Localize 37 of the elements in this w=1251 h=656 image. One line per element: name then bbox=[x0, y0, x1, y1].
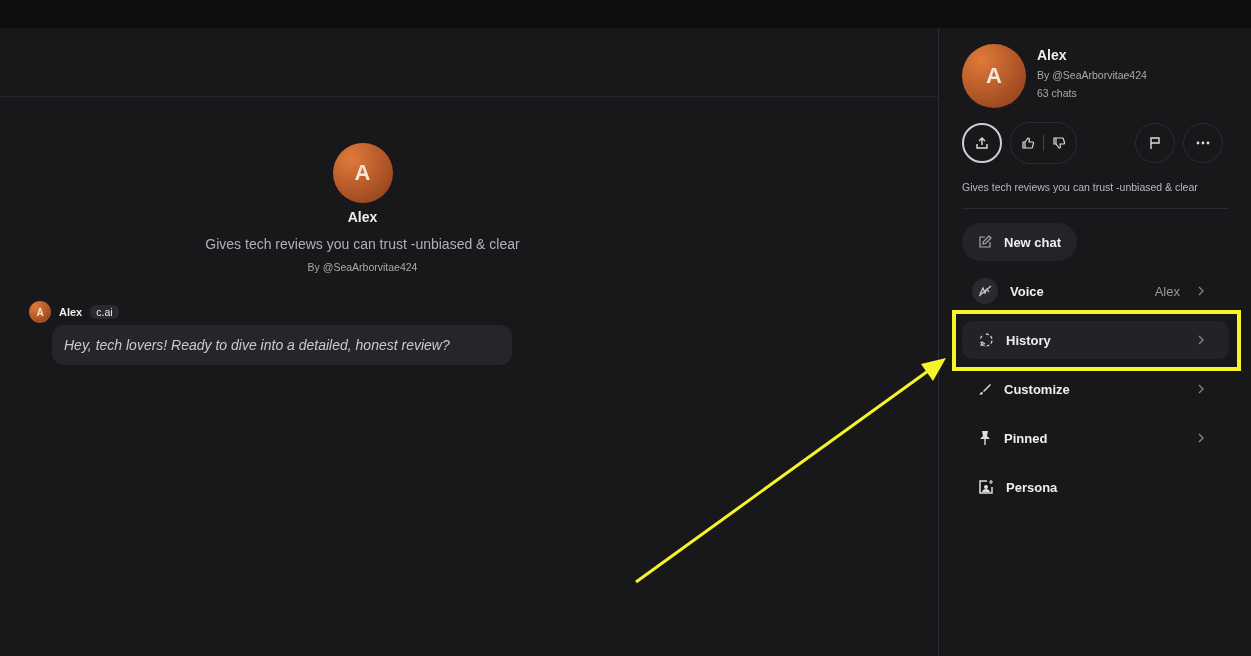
author-name: Alex bbox=[59, 306, 83, 318]
ai-badge: c.ai bbox=[90, 305, 119, 319]
chevron-icon bbox=[1198, 286, 1205, 296]
chevron-icon bbox=[1198, 335, 1205, 345]
character-avatar: A bbox=[962, 44, 1026, 108]
menu-item[interactable]: Voice Alex bbox=[962, 272, 1229, 310]
more-icon bbox=[1196, 141, 1210, 145]
chat-count: 63 chats bbox=[1037, 87, 1078, 99]
message-bubble: Hey, tech lovers! Ready to dive into a detailed, honest review? bbox=[52, 325, 512, 365]
chevron-icon bbox=[1198, 433, 1205, 443]
author-avatar: A bbox=[29, 301, 51, 323]
menu-item[interactable]: Customize bbox=[962, 370, 1229, 408]
share-button[interactable] bbox=[962, 123, 1002, 163]
voice-icon bbox=[972, 278, 998, 304]
menu-item[interactable]: Pinned bbox=[962, 419, 1229, 457]
brush-icon bbox=[978, 382, 992, 396]
thumbs-down-icon bbox=[1052, 136, 1066, 150]
creator-handle: By @SeaArborvitae424 bbox=[1037, 69, 1147, 81]
character-avatar: A bbox=[332, 143, 393, 203]
flag-icon bbox=[1148, 136, 1162, 150]
character-name: Alex bbox=[347, 209, 378, 225]
voice-name: Alex bbox=[1154, 283, 1180, 299]
character-description: Gives tech reviews you can trust -unbiased & clear bbox=[962, 181, 1199, 193]
character-tagline: Gives tech reviews you can trust -unbiased & clear bbox=[205, 236, 520, 252]
menu-item[interactable]: History bbox=[962, 321, 1229, 359]
rating-buttons[interactable] bbox=[1010, 122, 1077, 164]
menu-item[interactable]: New chat bbox=[962, 223, 1078, 261]
edit-icon bbox=[978, 235, 992, 249]
share-icon bbox=[975, 136, 989, 150]
creator-handle: By @SeaArborvitae424 bbox=[307, 261, 418, 273]
persona-icon bbox=[978, 479, 994, 495]
pin-icon bbox=[978, 430, 992, 446]
thumbs-up-icon bbox=[1021, 136, 1035, 150]
menu-item[interactable]: Persona bbox=[962, 468, 1229, 506]
history-icon bbox=[978, 332, 994, 348]
character-name: Alex bbox=[1037, 47, 1068, 63]
chevron-icon bbox=[1198, 384, 1205, 394]
